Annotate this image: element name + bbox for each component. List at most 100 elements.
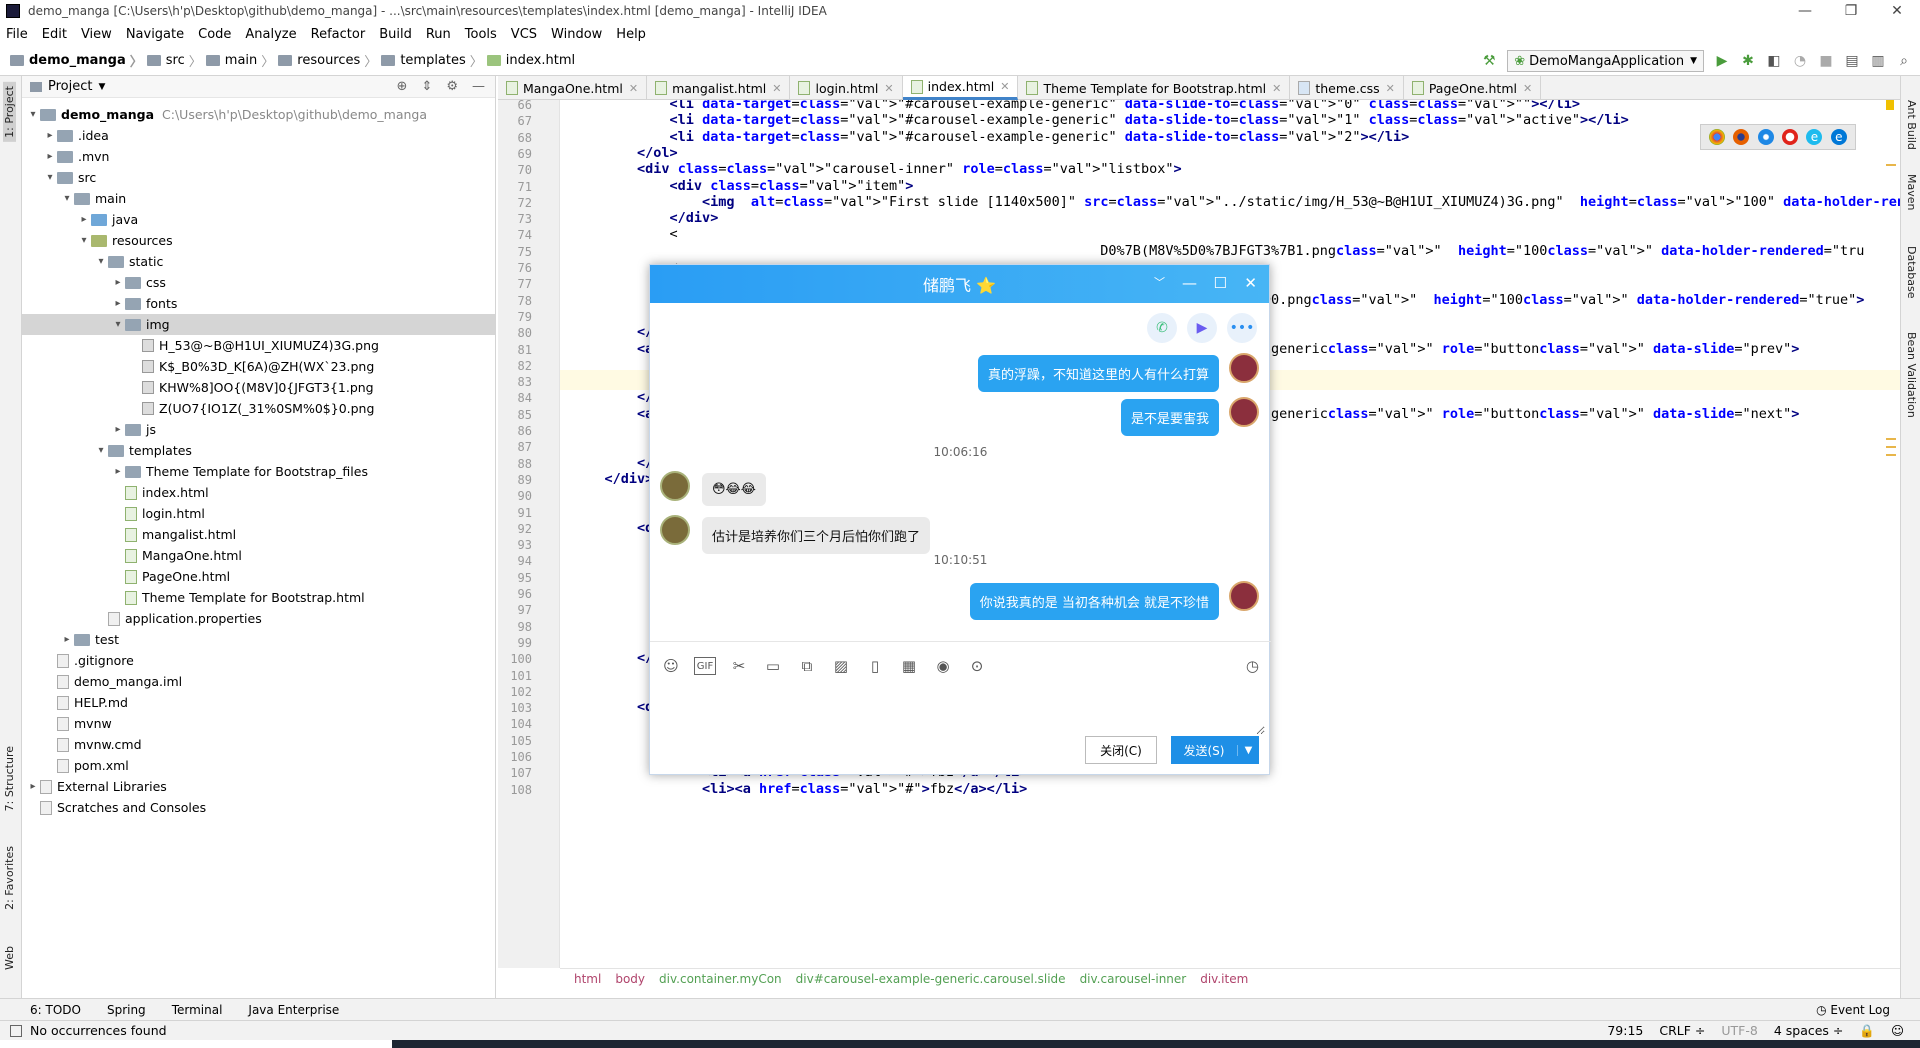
edge-icon[interactable]: e — [1830, 129, 1847, 145]
run-configuration-select[interactable]: ❀ DemoMangaApplication ▼ — [1507, 50, 1704, 72]
code-line[interactable]: <div class=class="val">"carousel-inner" … — [572, 161, 1182, 177]
tool-tab-ant-build[interactable]: Ant Build — [1905, 100, 1918, 150]
minimize-icon[interactable]: — — [1182, 274, 1197, 292]
ie-icon[interactable]: e — [1806, 129, 1823, 145]
code-line[interactable]: </div> — [572, 471, 654, 487]
folder-icon[interactable]: ▭ — [762, 657, 784, 675]
editor-tab[interactable]: PageOne.html ✕ — [1404, 76, 1542, 100]
tree-node[interactable]: ▸ fonts — [22, 293, 495, 314]
chevron-down-icon[interactable]: ▾ — [77, 235, 91, 246]
bottom-tool-tab[interactable]: Terminal — [172, 1003, 223, 1017]
editor-breadcrumb-item[interactable]: div.item — [1200, 972, 1248, 986]
chat-message-input[interactable] — [655, 685, 1265, 735]
chevron-down-icon[interactable]: ▾ — [43, 172, 57, 183]
chevron-down-icon[interactable]: ▾ — [94, 445, 108, 456]
menu-item[interactable]: Analyze — [245, 27, 296, 42]
tree-node[interactable]: KHW%8]OO{(M8V]0{JFGT3{1.png — [22, 377, 495, 398]
tree-node[interactable]: pom.xml — [22, 755, 495, 776]
chevron-right-icon[interactable]: ▸ — [60, 634, 74, 645]
send-button[interactable]: 发送(S) ▼ — [1171, 736, 1259, 764]
tree-node[interactable]: application.properties — [22, 608, 495, 629]
emoji-icon[interactable]: ☺ — [660, 657, 682, 675]
code-line[interactable]: <li><a href=class="val">"#">fbz</a></li> — [572, 781, 1027, 797]
tree-node[interactable]: PageOne.html — [22, 566, 495, 587]
bottom-tool-tab[interactable]: Java Enterprise — [248, 1003, 339, 1017]
locate-icon[interactable]: ⊕ — [397, 79, 408, 94]
breadcrumb-item[interactable]: main 〉 — [205, 51, 274, 70]
debug-icon[interactable]: ✱ — [1740, 53, 1756, 69]
breadcrumb-item[interactable]: templates 〉 — [381, 51, 483, 70]
bottom-tool-tab[interactable]: Spring — [107, 1003, 146, 1017]
menu-item[interactable]: Window — [551, 27, 602, 42]
tree-node[interactable]: K$_B0%3D_K[6A)@ZH(WX`23.png — [22, 356, 495, 377]
tool-windows-icon[interactable] — [10, 1024, 22, 1037]
editor-breadcrumb-item[interactable]: body — [615, 972, 645, 986]
editor-breadcrumb-item[interactable]: div.carousel-inner — [1080, 972, 1187, 986]
maximize-icon[interactable]: ❐ — [1828, 3, 1874, 19]
shake-icon[interactable]: ▯ — [864, 657, 886, 675]
chevron-down-icon[interactable]: ▼ — [98, 82, 105, 92]
stop-icon[interactable]: ■ — [1818, 53, 1834, 69]
incoming-message[interactable]: 估计是培养你们三个月后怕你们跑了 — [702, 517, 931, 554]
tree-node[interactable]: ▾ src — [22, 167, 495, 188]
file-encoding[interactable]: UTF-8 — [1721, 1023, 1757, 1039]
avatar[interactable] — [1229, 397, 1259, 427]
event-log-button[interactable]: ◷ Event Log — [1816, 999, 1890, 1021]
chevron-right-icon[interactable]: ▸ — [43, 151, 57, 162]
close-button[interactable]: 关闭(C) — [1085, 736, 1157, 764]
editor-breadcrumb-item[interactable]: div#carousel-example-generic.carousel.sl… — [796, 972, 1066, 986]
tree-node[interactable]: mangalist.html — [22, 524, 495, 545]
menu-item[interactable]: Tools — [465, 27, 497, 42]
menu-item[interactable]: Edit — [42, 27, 67, 42]
menu-item[interactable]: Refactor — [311, 27, 366, 42]
minimize-icon[interactable]: — — [1782, 3, 1828, 19]
bottom-tool-tab[interactable]: 6: TODO — [30, 1003, 81, 1017]
tool-tab-structure[interactable]: 7: Structure — [3, 746, 16, 811]
avatar[interactable] — [660, 471, 690, 501]
code-line[interactable]: </div> — [572, 210, 719, 226]
stripe-marker[interactable] — [1886, 164, 1896, 166]
gif-icon[interactable]: GIF — [694, 657, 716, 675]
tree-node[interactable]: .gitignore — [22, 650, 495, 671]
outgoing-message[interactable]: 真的浮躁，不知道这里的人有什么打算 — [977, 355, 1219, 392]
chevron-down-icon[interactable]: ▼ — [1237, 744, 1259, 756]
close-icon[interactable]: ✕ — [629, 82, 638, 95]
profile-icon[interactable]: ◔ — [1792, 53, 1808, 69]
menu-item[interactable]: VCS — [511, 27, 537, 42]
tree-node[interactable]: ▾ resources — [22, 230, 495, 251]
stripe-marker[interactable] — [1886, 438, 1896, 440]
tree-node[interactable]: MangaOne.html — [22, 545, 495, 566]
stripe-marker[interactable] — [1886, 454, 1896, 456]
tree-node[interactable]: Z(UO7{IO1Z(_31%0SM%0$}0.png — [22, 398, 495, 419]
project-structure-icon[interactable]: ▤ — [1844, 53, 1860, 69]
tree-node[interactable]: HELP.md — [22, 692, 495, 713]
more-icon[interactable]: ••• — [1227, 313, 1257, 343]
tree-node[interactable]: Theme Template for Bootstrap.html — [22, 587, 495, 608]
chrome-icon[interactable] — [1709, 129, 1726, 145]
scissors-icon[interactable]: ✂ — [728, 657, 750, 675]
calendar-icon[interactable]: ▦ — [898, 657, 920, 675]
tree-node[interactable]: login.html — [22, 503, 495, 524]
stripe-marker[interactable] — [1886, 446, 1896, 448]
tree-node[interactable]: ▾ templates — [22, 440, 495, 461]
tree-node[interactable]: ▸ .mvn — [22, 146, 495, 167]
tree-node[interactable]: ▸ test — [22, 629, 495, 650]
avatar[interactable] — [1229, 353, 1259, 383]
tree-node[interactable]: ▾ main — [22, 188, 495, 209]
tree-node[interactable]: ▸ .idea — [22, 125, 495, 146]
maximize-icon[interactable]: ☐ — [1214, 274, 1227, 292]
code-line[interactable]: D0%7B(M8V%5D0%7BJFGT3%7B1.pngclass="val"… — [572, 243, 1864, 259]
indent-setting[interactable]: 4 spaces ÷ — [1774, 1023, 1844, 1039]
cloud-file-icon[interactable]: ⧉ — [796, 657, 818, 675]
hide-icon[interactable]: — — [472, 79, 485, 94]
chevron-right-icon[interactable]: ▸ — [77, 214, 91, 225]
breadcrumb-item[interactable]: src 〉 — [146, 51, 202, 70]
chevron-down-icon[interactable]: ▾ — [111, 319, 125, 330]
tree-node[interactable]: index.html — [22, 482, 495, 503]
chevron-down-icon[interactable]: ﹀ — [1154, 274, 1165, 290]
opera-icon[interactable] — [1782, 129, 1799, 145]
editor-tab[interactable]: Theme Template for Bootstrap.html ✕ — [1018, 76, 1291, 100]
editor-breadcrumb-item[interactable]: html — [574, 972, 601, 986]
build-hammer-icon[interactable]: ⚒ — [1481, 53, 1497, 69]
history-clock-icon[interactable]: ◷ — [1246, 657, 1259, 675]
